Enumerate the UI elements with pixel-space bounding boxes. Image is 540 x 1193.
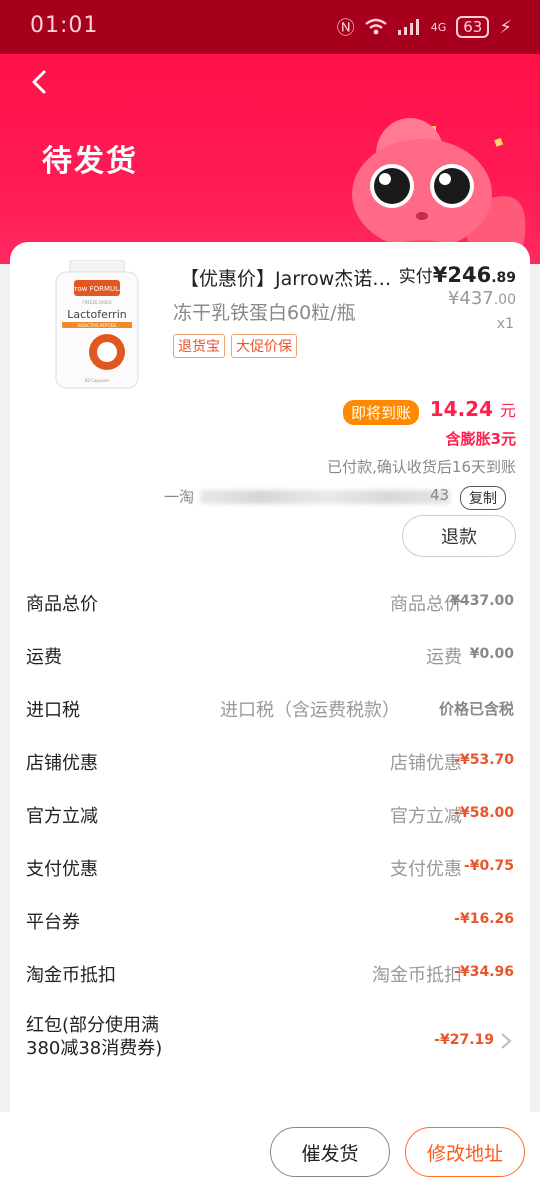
status-time: 01:01 [30, 13, 99, 38]
tag-price-protection[interactable]: 大促价保 [231, 334, 297, 358]
status-icons: Ⓝ 4G 63 ⚡ [337, 14, 512, 40]
urge-shipping-button[interactable]: 催发货 [270, 1127, 390, 1177]
row-goods-total: 商品总价 商品总价 ¥437.00 [10, 576, 530, 629]
row-value: -¥16.26 [454, 911, 514, 927]
product-image-brand: Jarrow FORMULAS [65, 285, 129, 293]
order-prefix: 一淘 [164, 488, 195, 506]
paid-main: 246 [447, 263, 492, 287]
inflate-note: 含膨胀3元 [445, 430, 516, 448]
row-official-reduction: 官方立减 官方立减 -¥58.00 [10, 788, 530, 841]
row-value: -¥58.00 [454, 805, 514, 821]
original-main: 437 [459, 288, 494, 309]
product-image-count: 60 Capsules [85, 378, 109, 383]
row-mid: 进口税（含运费税款） [220, 700, 400, 721]
product-subtitle: 冻干乳铁蛋白60粒/瓶 [173, 302, 356, 324]
row-mid: 运费 [426, 647, 462, 668]
row-label: 支付优惠 [26, 859, 98, 880]
price-breakdown: 商品总价 商品总价 ¥437.00 运费 运费 ¥0.00 进口税 进口税（含运… [10, 576, 530, 1080]
order-detail-card: Jarrow FORMULAS FREEZE DRIED Lactoferrin… [10, 242, 530, 1122]
row-label: 进口税 [26, 700, 80, 721]
row-label: 平台券 [26, 912, 80, 933]
original-decimal: .00 [493, 292, 516, 308]
row-label: 商品总价 [26, 594, 98, 615]
row-platform-coupon: 平台券 -¥16.26 [10, 894, 530, 947]
row-value: -¥53.70 [454, 752, 514, 768]
back-arrow-icon [32, 70, 46, 94]
paid-decimal: .89 [491, 270, 516, 286]
row-payment-discount: 支付优惠 支付优惠 -¥0.75 [10, 841, 530, 894]
row-mid: 官方立减 [390, 806, 462, 827]
chevron-right-icon [501, 1033, 512, 1049]
order-suffix: 43 [430, 486, 450, 504]
paid-prefix: 实付 [398, 267, 433, 287]
row-taojinbi-deduction: 淘金币抵扣 淘金币抵扣 -¥34.96 [10, 947, 530, 1000]
original-currency: ¥ [447, 288, 460, 309]
page-title: 待发货 [42, 144, 138, 179]
arrival-amount-value: 14.24 [429, 397, 494, 421]
product-image-band: BIOACTIVE PEPTIDE [77, 323, 117, 328]
row-value: -¥34.96 [454, 964, 514, 980]
row-label: 店铺优惠 [26, 753, 98, 774]
service-tags: 退货宝 大促价保 [173, 334, 297, 358]
arrival-badge: 即将到账 [343, 400, 420, 425]
row-label: 淘金币抵扣 [26, 965, 116, 986]
signal-icon [397, 19, 419, 35]
bottom-action-bar: 催发货 修改地址 [0, 1112, 540, 1193]
tag-return-insurance[interactable]: 退货宝 [173, 334, 225, 358]
row-mid: 支付优惠 [390, 859, 462, 880]
refund-button[interactable]: 退款 [402, 515, 516, 557]
row-import-tax: 进口税 进口税（含运费税款） 价格已含税 [10, 682, 530, 735]
arrival-amount-unit: 元 [499, 401, 516, 420]
back-button[interactable] [24, 66, 56, 98]
arrival-note: 已付款,确认收货后16天到账 [327, 458, 516, 476]
nfc-icon: Ⓝ [336, 18, 355, 39]
row-shop-discount: 店铺优惠 店铺优惠 -¥53.70 [10, 735, 530, 788]
copy-button[interactable]: 复制 [460, 486, 506, 510]
row-mid: 淘金币抵扣 [372, 965, 462, 986]
row-value: ¥437.00 [450, 593, 514, 609]
paid-amount: 实付¥246.89 [399, 262, 516, 287]
row-shipping: 运费 运费 ¥0.00 [10, 629, 530, 682]
row-value: ¥0.00 [469, 646, 514, 662]
row-value: -¥27.19 [434, 1032, 494, 1048]
wifi-icon [364, 18, 387, 35]
modify-address-button[interactable]: 修改地址 [405, 1127, 525, 1177]
row-red-packet[interactable]: 红包(部分使用满380减38消费券) -¥27.19 [10, 1000, 530, 1080]
arrival-amount: 14.24 元 [430, 397, 516, 421]
order-number: 一淘 43 [164, 486, 464, 508]
paid-currency: ¥ [432, 263, 448, 287]
battery-indicator: 63 [456, 16, 490, 38]
order-status-header: 待发货 [0, 54, 540, 304]
row-label: 红包(部分使用满380减38消费券) [26, 1015, 163, 1059]
product-name[interactable]: 【优惠价】Jarrow杰诺… [180, 264, 412, 291]
product-image-freeze: FREEZE DRIED [82, 300, 111, 305]
product-image[interactable]: Jarrow FORMULAS FREEZE DRIED Lactoferrin… [52, 260, 142, 390]
network-type-label: 4G [430, 20, 447, 34]
row-value: 价格已含税 [438, 700, 514, 718]
product-image-title: Lactoferrin [67, 308, 127, 321]
row-value: -¥0.75 [463, 858, 514, 874]
charging-icon: ⚡ [499, 16, 512, 38]
row-label: 官方立减 [26, 806, 98, 827]
original-price: ¥437.00 [448, 288, 516, 309]
row-label: 运费 [26, 647, 62, 668]
product-quantity: x1 [496, 316, 514, 332]
row-mid: 店铺优惠 [390, 753, 462, 774]
order-number-redacted [200, 490, 450, 504]
status-bar: 01:01 Ⓝ 4G 63 ⚡ [0, 0, 540, 54]
